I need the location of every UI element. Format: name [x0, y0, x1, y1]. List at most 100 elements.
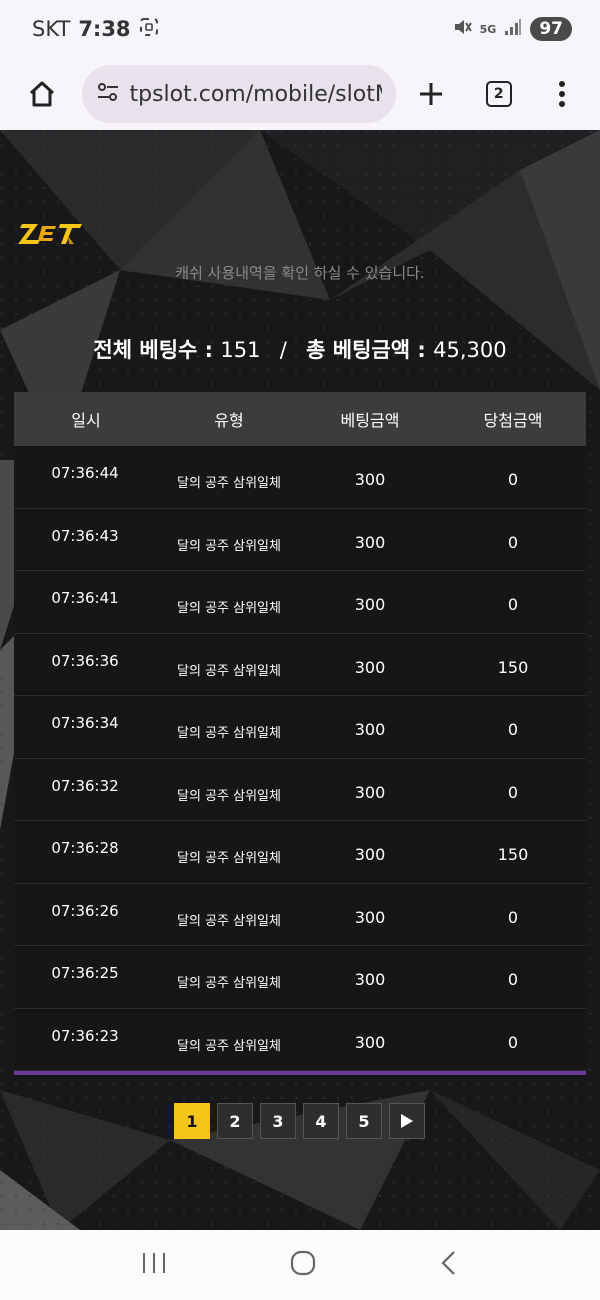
table-row: 07:36:43 달의 공주 삼위일체 300 0	[14, 508, 586, 571]
pagination: 1 2 3 4 5	[174, 1103, 425, 1139]
plus-icon	[420, 83, 443, 105]
total-bets-value: 151	[220, 338, 261, 362]
table-row: 07:36:23 달의 공주 삼위일체 300 0	[14, 1008, 586, 1071]
cell-win-amount: 150	[497, 657, 529, 677]
cell-type: 달의 공주 삼위일체	[177, 788, 281, 804]
total-amount-value: 45,300	[433, 338, 507, 362]
network-label: 5G	[479, 22, 497, 36]
page-description: 캐쉬 사용내역을 확인 하실 수 있습니다.	[175, 264, 425, 282]
cell-type: 달의 공주 삼위일체	[177, 726, 281, 741]
url-text: tpslot.com/mobile/slotM	[129, 81, 382, 107]
bet-summary: 전체 베팅수 : 151 / 총 베팅금액 : 45,300	[0, 334, 600, 364]
total-bets-label: 전체 베팅수 :	[93, 338, 221, 362]
back-nav-button[interactable]	[439, 1249, 459, 1281]
cell-datetime: 07:36:44	[51, 464, 119, 482]
new-tab-button[interactable]	[408, 68, 456, 120]
cell-bet-amount: 300	[354, 970, 386, 989]
table-row: 07:36:28 달의 공주 삼위일체 300 150	[14, 821, 586, 884]
address-bar[interactable]: tpslot.com/mobile/slotM	[81, 65, 396, 123]
cell-type: 달의 공주 삼위일체	[177, 976, 281, 991]
recent-apps-icon	[143, 1253, 165, 1273]
cell-type: 달의 공주 삼위일체	[177, 851, 281, 866]
cell-bet-amount: 300	[354, 595, 386, 614]
cell-bet-amount: 300	[354, 470, 386, 489]
battery-badge: 97	[530, 17, 572, 41]
page-button-5[interactable]: 5	[346, 1103, 382, 1139]
cell-datetime: 07:36:26	[51, 901, 119, 920]
bet-history-table: 일시 유형 베팅금액 당첨금액 07:36:44 달의 공주 삼위일체 300 …	[14, 392, 586, 1075]
header-bet-amount: 베팅금액	[340, 411, 400, 430]
tab-switcher-button[interactable]: 2	[475, 68, 523, 120]
cell-datetime: 07:36:23	[51, 1026, 119, 1045]
cell-win-amount: 0	[507, 782, 519, 802]
page-button-3[interactable]: 3	[260, 1103, 296, 1139]
cell-datetime: 07:36:25	[51, 964, 119, 982]
cell-type: 달의 공주 삼위일체	[177, 913, 281, 929]
page-button-1[interactable]: 1	[174, 1103, 210, 1139]
cell-bet-amount: 300	[354, 907, 386, 927]
signal-icon	[504, 18, 522, 40]
site-settings-icon[interactable]	[96, 80, 120, 108]
table-row: 07:36:32 달의 공주 삼위일체 300 0	[14, 758, 586, 821]
home-nav-button[interactable]	[289, 1249, 317, 1281]
table-row: 07:36:25 달의 공주 삼위일체 300 0	[14, 946, 586, 1009]
cell-bet-amount: 300	[354, 532, 386, 552]
site-logo[interactable]	[16, 216, 88, 256]
cell-bet-amount: 300	[354, 845, 386, 864]
cell-win-amount: 0	[507, 595, 519, 614]
cell-datetime: 07:36:36	[51, 651, 119, 670]
table-header: 일시 유형 베팅금액 당첨금액	[14, 392, 586, 446]
cell-datetime: 07:36:41	[51, 589, 119, 607]
back-chevron-icon	[441, 1251, 455, 1275]
table-bottom-border	[14, 1071, 586, 1075]
clock: 7:38	[78, 17, 131, 41]
mute-icon	[452, 17, 472, 41]
cell-datetime: 07:36:32	[51, 776, 119, 795]
recent-apps-button[interactable]	[141, 1251, 167, 1279]
menu-button[interactable]	[539, 68, 587, 120]
header-datetime: 일시	[71, 411, 101, 430]
cell-type: 달의 공주 삼위일체	[177, 538, 281, 554]
page-button-2[interactable]: 2	[217, 1103, 253, 1139]
table-row: 07:36:41 달의 공주 삼위일체 300 0	[14, 571, 586, 634]
cell-datetime: 07:36:28	[51, 839, 119, 857]
header-type: 유형	[214, 411, 244, 430]
carrier-label: SKT	[32, 17, 71, 41]
cell-type: 달의 공주 삼위일체	[177, 476, 281, 491]
cell-win-amount: 0	[507, 532, 519, 552]
home-button[interactable]	[18, 68, 66, 120]
tab-count: 2	[485, 81, 512, 107]
table-row: 07:36:26 달의 공주 삼위일체 300 0	[14, 883, 586, 946]
cell-datetime: 07:36:43	[51, 526, 119, 545]
more-vertical-icon	[559, 81, 566, 107]
screenshot-icon	[139, 17, 159, 42]
table-row: 07:36:34 달의 공주 삼위일체 300 0	[14, 696, 586, 759]
next-page-button[interactable]	[389, 1103, 425, 1139]
cell-type: 달의 공주 삼위일체	[177, 663, 281, 679]
browser-toolbar: tpslot.com/mobile/slotM 2	[0, 58, 600, 130]
cell-type: 달의 공주 삼위일체	[177, 601, 281, 616]
cell-win-amount: 0	[507, 470, 519, 489]
table-row: 07:36:36 달의 공주 삼위일체 300 150	[14, 633, 586, 696]
cell-bet-amount: 300	[354, 720, 386, 739]
cell-bet-amount: 300	[354, 657, 386, 677]
total-amount-label: 총 베팅금액 :	[306, 338, 434, 362]
web-page: 캐쉬 사용내역을 확인 하실 수 있습니다. 전체 베팅수 : 151 / 총 …	[0, 130, 600, 1230]
header-win-amount: 당첨금액	[483, 411, 543, 430]
cell-win-amount: 0	[507, 1032, 519, 1052]
summary-separator: /	[279, 338, 287, 362]
cell-win-amount: 0	[507, 720, 519, 739]
system-nav-bar	[0, 1230, 600, 1300]
cell-type: 달의 공주 삼위일체	[177, 1038, 281, 1054]
cell-bet-amount: 300	[354, 1032, 386, 1052]
home-circle-icon	[290, 1250, 316, 1276]
home-icon	[29, 81, 54, 107]
cell-win-amount: 0	[507, 970, 519, 989]
table-row: 07:36:44 달의 공주 삼위일체 300 0	[14, 446, 586, 509]
cell-win-amount: 0	[507, 907, 519, 927]
play-next-icon	[401, 1114, 413, 1128]
cell-win-amount: 150	[497, 845, 529, 864]
cell-datetime: 07:36:34	[51, 714, 119, 732]
status-bar: SKT 7:38 5G 97	[0, 0, 600, 58]
page-button-4[interactable]: 4	[303, 1103, 339, 1139]
